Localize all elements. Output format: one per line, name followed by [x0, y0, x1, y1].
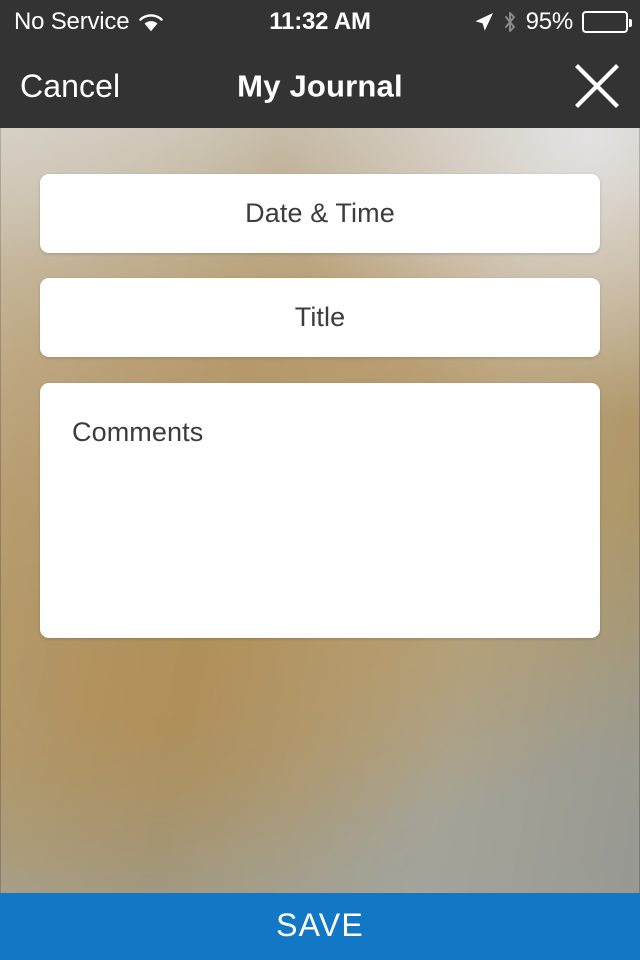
save-button[interactable]: SAVE [0, 893, 640, 960]
battery-icon [582, 11, 632, 33]
app-screen: No Service 11:32 AM 95% Cancel My Journa… [0, 0, 640, 960]
bluetooth-icon [503, 11, 517, 33]
close-button[interactable] [570, 59, 624, 113]
navigation-bar: Cancel My Journal [0, 44, 640, 128]
journal-entry-form: Date & Time Title [0, 128, 640, 638]
clock-label: 11:32 AM [269, 8, 371, 35]
close-x-icon [573, 62, 621, 110]
title-field[interactable]: Title [40, 278, 600, 357]
battery-percent-label: 95% [525, 8, 574, 35]
date-time-field[interactable]: Date & Time [40, 174, 600, 253]
status-bar: No Service 11:32 AM 95% [0, 0, 640, 44]
page-title: My Journal [237, 68, 403, 104]
location-arrow-icon [474, 12, 494, 32]
status-bar-right: 95% [474, 8, 632, 35]
comments-field[interactable] [40, 383, 600, 638]
